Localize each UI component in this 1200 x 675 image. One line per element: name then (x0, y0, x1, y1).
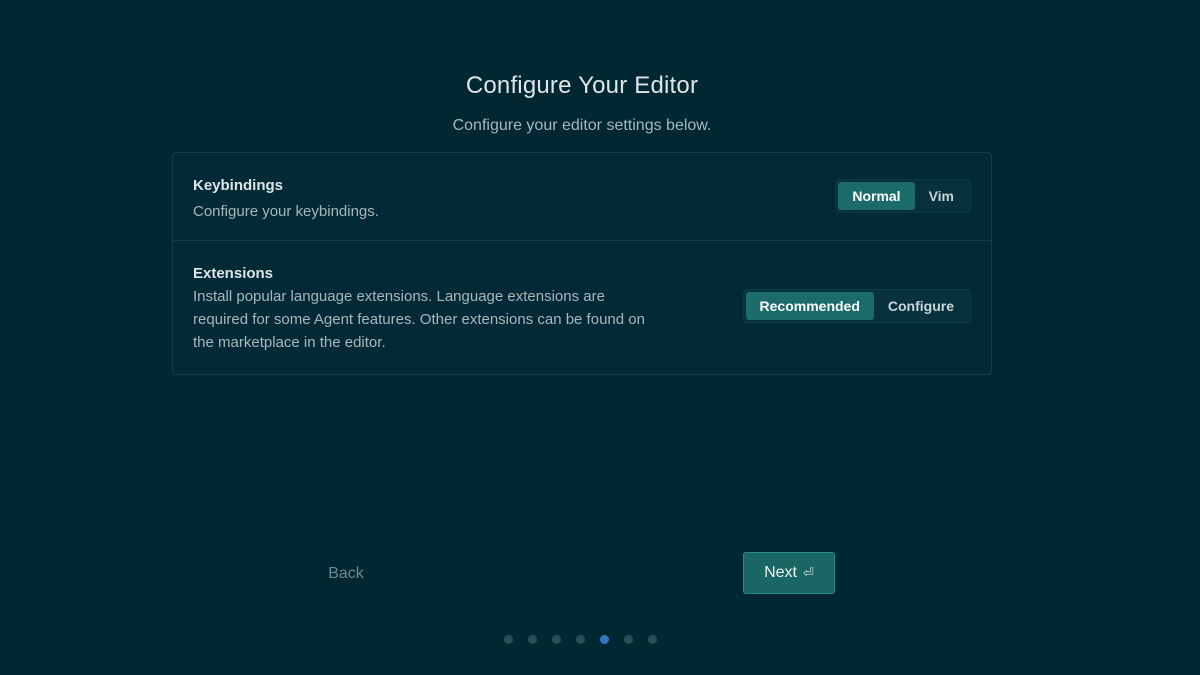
back-button[interactable]: Back (310, 560, 382, 588)
step-dot-2 (528, 635, 537, 644)
next-button[interactable]: Next ⏎ (743, 552, 835, 594)
onboarding-page: Configure Your Editor Configure your edi… (0, 0, 1200, 675)
extensions-description: Install popular language extensions. Lan… (193, 288, 645, 351)
step-dot-6 (624, 635, 633, 644)
extensions-recommended-option[interactable]: Recommended (745, 292, 874, 320)
keybindings-setting-row: Keybindings Configure your keybindings. … (173, 153, 991, 241)
page-title: Configure Your Editor (465, 72, 699, 99)
extensions-toggle: Recommended Configure (742, 289, 971, 323)
page-subtitle: Configure your editor settings below. (452, 117, 712, 134)
keybindings-vim-option[interactable]: Vim (915, 182, 968, 210)
step-dot-5 (600, 635, 609, 644)
step-indicator (504, 635, 657, 644)
keybindings-toggle: Normal Vim (835, 179, 971, 213)
extensions-configure-option[interactable]: Configure (874, 292, 968, 320)
extensions-setting-row: Extensions Install popular language exte… (173, 241, 991, 374)
enter-key-icon: ⏎ (803, 565, 814, 580)
step-dot-7 (648, 635, 657, 644)
extensions-title: Extensions (193, 265, 274, 282)
step-dot-4 (576, 635, 585, 644)
settings-card: Keybindings Configure your keybindings. … (172, 152, 992, 375)
step-dot-3 (552, 635, 561, 644)
next-button-label: Next (764, 564, 797, 581)
step-dot-1 (504, 635, 513, 644)
keybindings-title: Keybindings (193, 177, 284, 194)
keybindings-normal-option[interactable]: Normal (838, 182, 915, 210)
keybindings-description: Configure your keybindings. (193, 203, 379, 220)
